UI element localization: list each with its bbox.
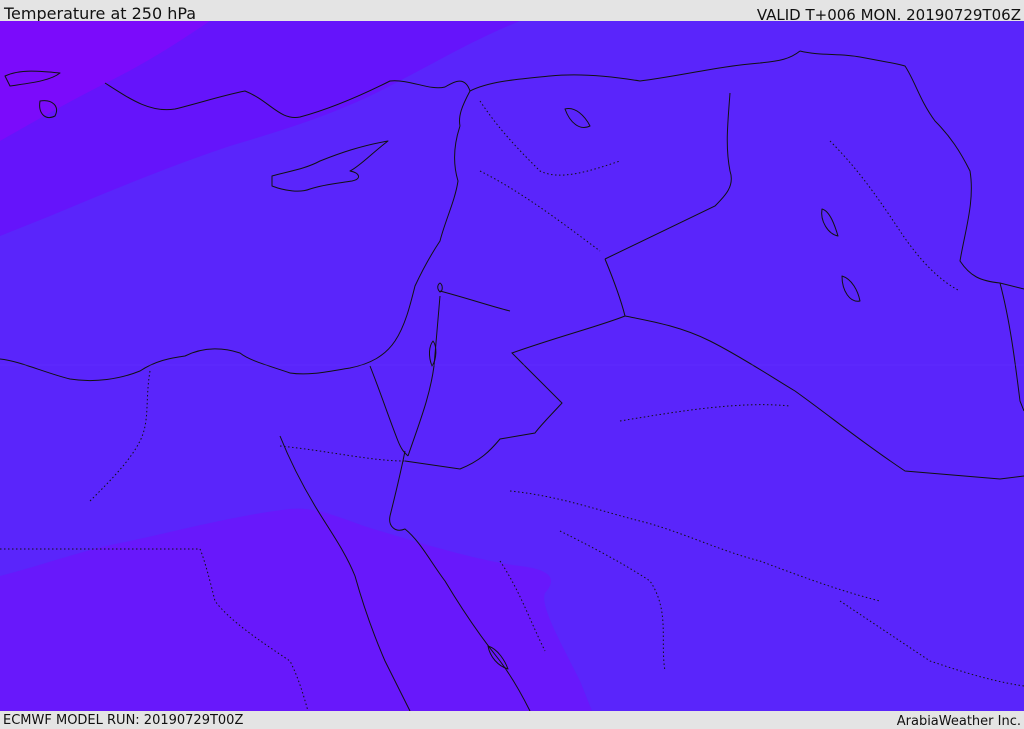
map-area [0, 21, 1024, 711]
model-run-label: ECMWF MODEL RUN: 20190729T00Z [3, 713, 244, 728]
credit-label: ArabiaWeather Inc. [896, 714, 1021, 729]
map-figure: Temperature at 250 hPa VALID T+006 MON. … [0, 0, 1024, 729]
footer-bar: ECMWF MODEL RUN: 20190729T00Z ArabiaWeat… [0, 711, 1024, 729]
header-bar: Temperature at 250 hPa VALID T+006 MON. … [0, 0, 1024, 24]
temperature-map [0, 21, 1024, 711]
